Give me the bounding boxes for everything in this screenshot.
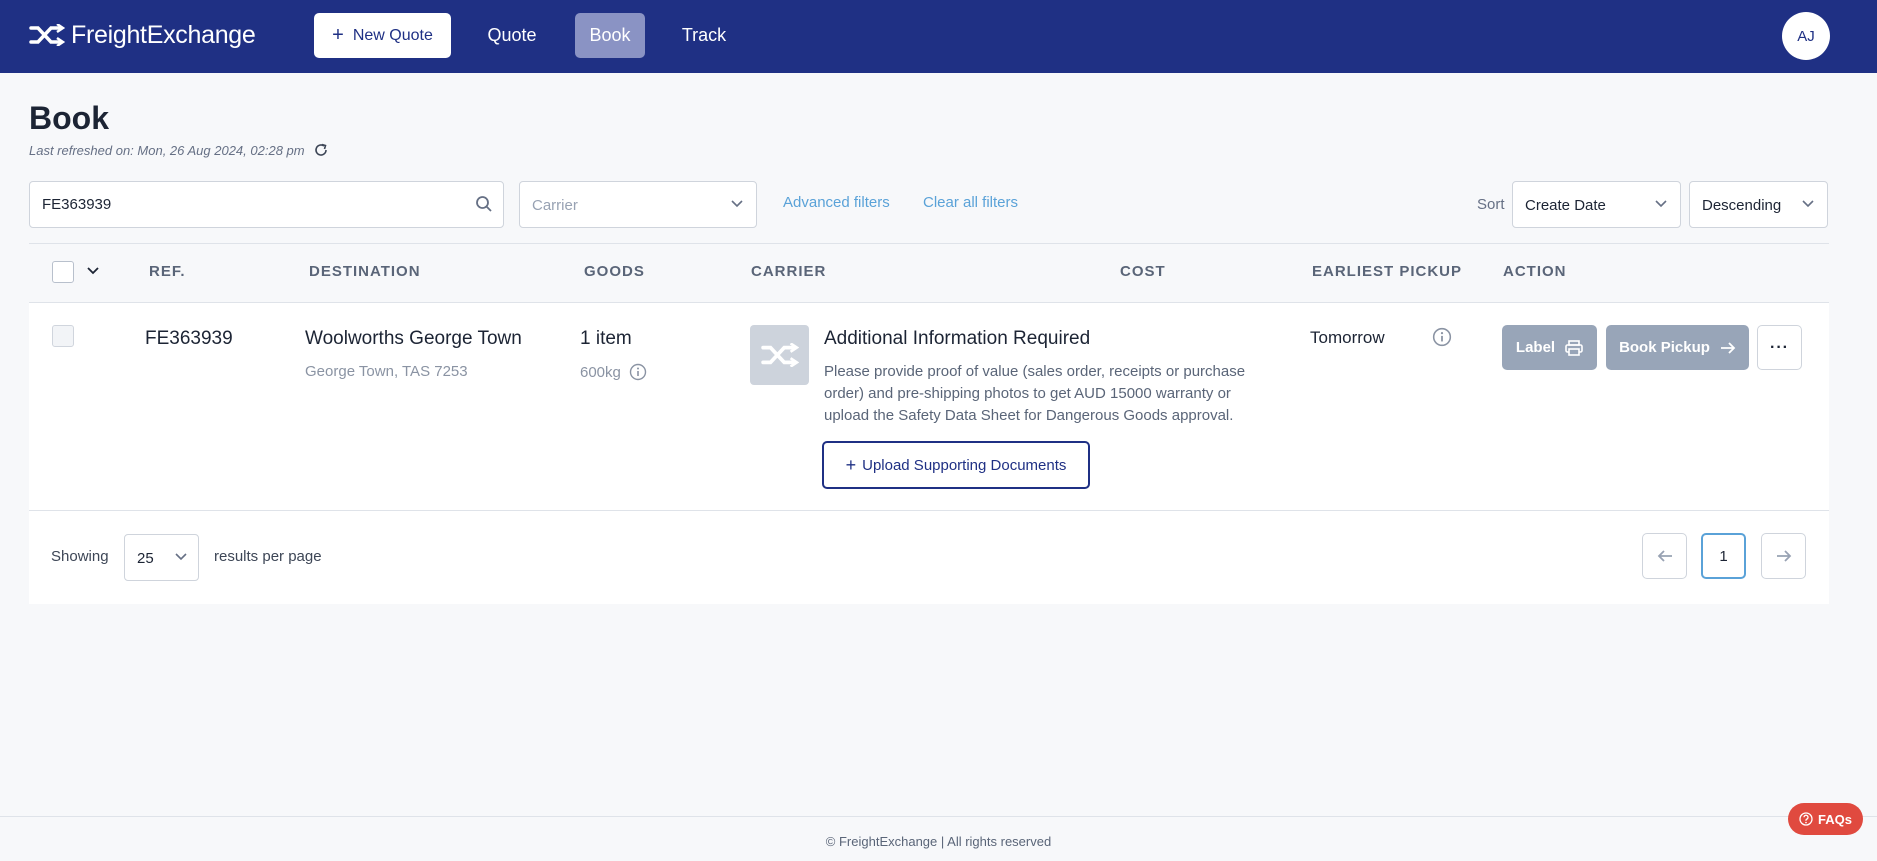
table-row: FE363939 Woolworths George Town George T… <box>29 303 1829 511</box>
plus-icon: + <box>845 454 857 475</box>
brand-name: FreightExchange <box>71 20 256 49</box>
label-button[interactable]: Label <box>1502 325 1597 370</box>
carrier-select[interactable]: Carrier <box>519 181 757 228</box>
refresh-icon[interactable] <box>313 142 329 158</box>
brand-logo[interactable]: FreightExchange <box>29 18 256 52</box>
info-required-message: Please provide proof of value (sales ord… <box>824 363 1246 424</box>
per-page-select[interactable]: 25 <box>124 534 199 581</box>
new-quote-button[interactable]: + New Quote <box>314 13 451 58</box>
info-icon[interactable] <box>1432 327 1452 347</box>
more-icon[interactable]: ··· <box>1757 325 1802 370</box>
info-icon[interactable] <box>629 363 647 381</box>
earliest-pickup: Tomorrow <box>1310 328 1385 347</box>
last-refreshed-text: Last refreshed on: Mon, 26 Aug 2024, 02:… <box>29 142 305 158</box>
results-per-page-label: results per page <box>214 548 322 565</box>
arrow-right-icon <box>1776 550 1791 562</box>
column-action: ACTION <box>1503 263 1567 280</box>
pagination-bar: Showing 25 results per page 1 <box>29 511 1829 604</box>
row-checkbox[interactable] <box>52 325 74 347</box>
carrier-logo <box>750 325 809 385</box>
arrow-right-icon <box>1720 341 1736 354</box>
sort-by-select[interactable]: Create Date <box>1512 181 1681 228</box>
goods-weight-value: 600kg <box>580 363 621 381</box>
search-icon[interactable] <box>475 195 493 213</box>
clear-filters-link[interactable]: Clear all filters <box>923 194 1018 211</box>
faq-button[interactable]: FAQs <box>1788 803 1863 835</box>
table-header: REF. DESTINATION GOODS CARRIER COST EARL… <box>29 243 1829 303</box>
plus-icon: + <box>332 23 344 46</box>
book-pickup-button[interactable]: Book Pickup <box>1606 325 1749 370</box>
advanced-filters-link[interactable]: Advanced filters <box>783 194 890 211</box>
destination-name: Woolworths George Town <box>305 328 522 349</box>
new-quote-label: New Quote <box>352 26 433 44</box>
previous-page-button[interactable] <box>1642 533 1687 579</box>
column-earliest-pickup: EARLIEST PICKUP <box>1312 263 1463 280</box>
footer-divider <box>0 816 1877 817</box>
nav-track[interactable]: Track <box>670 13 738 58</box>
user-avatar[interactable]: AJ <box>1782 12 1830 60</box>
sort-order-value: Descending <box>1702 197 1782 214</box>
label-button-text: Label <box>1515 339 1556 356</box>
search-input[interactable]: FE363939 <box>29 181 504 228</box>
chevron-down-icon <box>175 553 187 561</box>
printer-icon <box>1565 339 1583 356</box>
per-page-value: 25 <box>137 550 154 567</box>
goods-weight: 600kg <box>580 363 647 381</box>
shuffle-logo-icon <box>760 343 799 367</box>
column-goods: GOODS <box>584 263 645 280</box>
nav-book[interactable]: Book <box>575 13 645 58</box>
chevron-down-icon <box>1802 200 1814 208</box>
upload-documents-button[interactable]: + Upload Supporting Documents <box>822 441 1090 489</box>
column-carrier: CARRIER <box>751 263 827 280</box>
chevron-down-icon <box>731 200 743 208</box>
faq-label: FAQs <box>1818 811 1852 827</box>
nav-quote[interactable]: Quote <box>476 13 548 58</box>
sort-by-value: Create Date <box>1525 197 1606 214</box>
current-page-button[interactable]: 1 <box>1701 533 1746 579</box>
shuffle-logo-icon <box>29 24 65 46</box>
sort-label: Sort <box>1477 196 1505 213</box>
chevron-down-icon[interactable] <box>86 266 100 276</box>
showing-label: Showing <box>51 548 109 565</box>
row-ref[interactable]: FE363939 <box>145 328 233 350</box>
destination-location: George Town, TAS 7253 <box>305 363 468 380</box>
book-pickup-text: Book Pickup <box>1619 339 1710 356</box>
page-title: Book <box>29 100 109 136</box>
column-cost: COST <box>1120 263 1166 280</box>
info-required-title: Additional Information Required <box>824 328 1091 349</box>
select-all-checkbox[interactable] <box>52 261 74 283</box>
copyright: © FreightExchange | All rights reserved <box>825 834 1052 849</box>
goods-count: 1 item <box>580 328 632 349</box>
sort-order-select[interactable]: Descending <box>1689 181 1828 228</box>
column-destination: DESTINATION <box>309 263 421 280</box>
search-value: FE363939 <box>42 196 112 213</box>
chevron-down-icon <box>1655 200 1667 208</box>
upload-documents-label: Upload Supporting Documents <box>862 456 1067 474</box>
top-nav-bar: FreightExchange + New Quote Quote Book T… <box>0 0 1877 73</box>
help-circle-icon <box>1799 812 1813 826</box>
next-page-button[interactable] <box>1761 533 1806 579</box>
last-refreshed: Last refreshed on: Mon, 26 Aug 2024, 02:… <box>29 142 329 158</box>
carrier-placeholder: Carrier <box>532 197 578 214</box>
column-ref: REF. <box>149 263 186 280</box>
arrow-left-icon <box>1657 550 1672 562</box>
